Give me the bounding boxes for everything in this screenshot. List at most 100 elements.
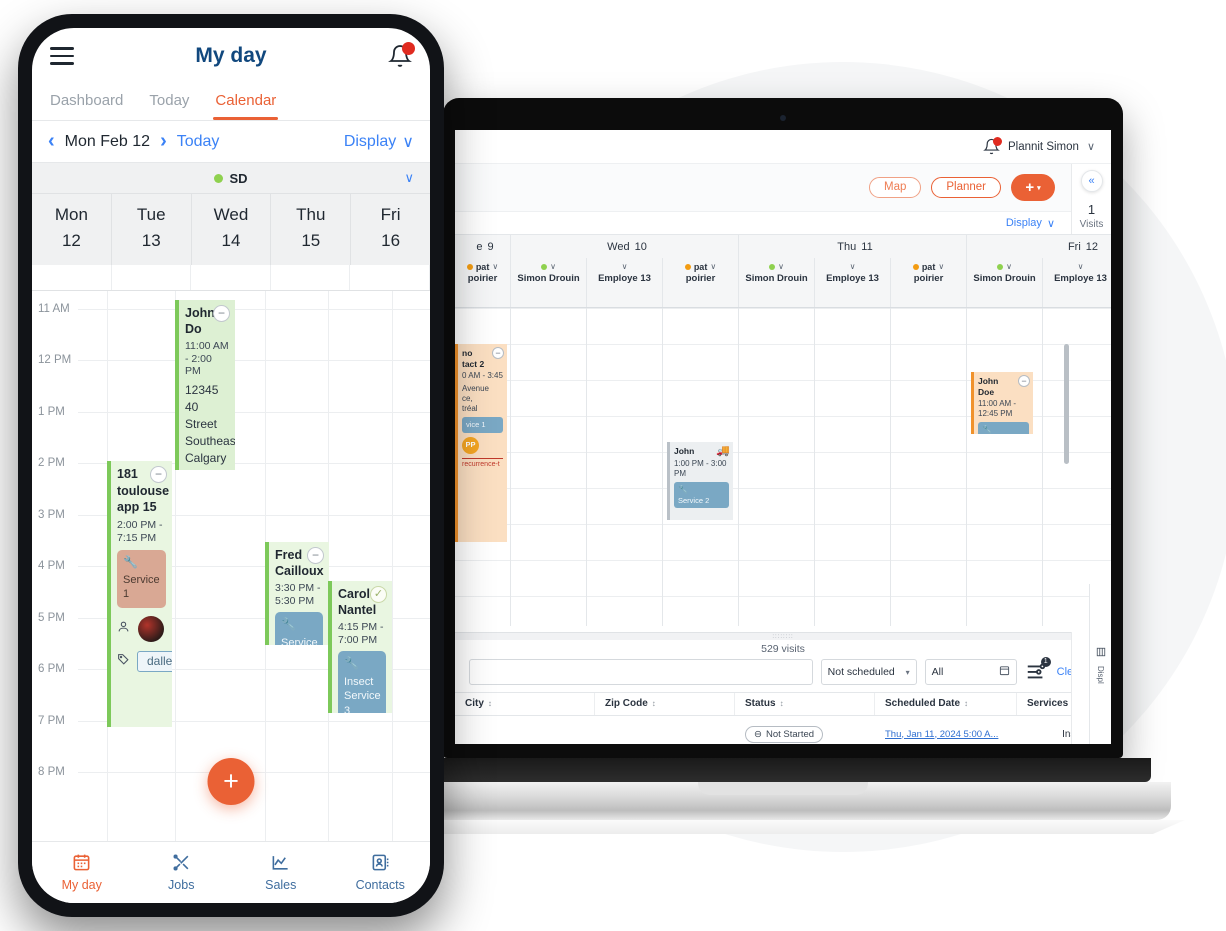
employee-column-header[interactable]: pat ∨ poirier (891, 258, 967, 307)
chevron-down-icon[interactable]: ∨ (1078, 262, 1084, 272)
prev-day-button[interactable]: ‹ (48, 130, 55, 153)
add-button[interactable]: + ▾ (1011, 174, 1055, 201)
day-header[interactable]: Fri 12 (967, 235, 1111, 258)
calendar-day-column[interactable] (739, 308, 815, 626)
map-button[interactable]: Map (868, 176, 922, 199)
bottom-nav-label: Jobs (168, 878, 195, 892)
chevron-down-icon[interactable]: ∨ (492, 262, 498, 272)
notification-bell-icon[interactable] (983, 137, 1002, 155)
calendar-day-column[interactable]: JohnDoe11:00 AM - 12:45 PM🔧Insect− (967, 308, 1043, 626)
chevron-down-icon[interactable]: ∨ (710, 262, 716, 272)
column-header-status[interactable]: Status ↕ (735, 693, 875, 715)
calendar-event[interactable]: John Do 11:00 AM - 2:00 PM 12345 40 Stre… (175, 299, 235, 470)
notification-bell-icon[interactable] (388, 42, 415, 68)
tab-today[interactable]: Today (149, 84, 189, 120)
calendar-vertical-scrollbar[interactable] (1064, 344, 1069, 464)
columns-icon (1096, 644, 1106, 662)
chevron-down-icon[interactable]: ∨ (1087, 140, 1095, 153)
day-column-header[interactable]: Fri 16 (351, 194, 430, 265)
scheduled-date-link[interactable]: Thu, Jan 11, 2024 5:00 A... (885, 729, 998, 740)
employee-column-header[interactable]: ∨ Employe 13 (1043, 258, 1111, 307)
bottom-nav-my-day[interactable]: My day (32, 853, 132, 892)
all-day-cell[interactable] (350, 264, 430, 290)
calendar-day-column[interactable] (815, 308, 891, 626)
chevron-down-icon[interactable]: ∨ (550, 262, 556, 272)
chevron-down-icon[interactable]: ∨ (1047, 217, 1055, 230)
employee-column-header[interactable]: pat ∨ poirier (663, 258, 739, 307)
calendar-day-column[interactable]: no tact 20 AM - 3:45 Avenue ce, tréal vice 1P… (455, 308, 511, 626)
user-name[interactable]: Plannit Simon (1008, 141, 1079, 153)
minus-circle-icon[interactable]: − (307, 546, 324, 564)
minus-circle-icon[interactable]: − (492, 347, 504, 359)
calendar-event[interactable]: no tact 20 AM - 3:45 Avenue ce, tréal vice 1P… (455, 344, 507, 542)
employee-column-header[interactable]: ∨ Simon Drouin (511, 258, 587, 307)
column-header-city[interactable]: City ↕ (455, 693, 595, 715)
day-column-header[interactable]: Wed 14 (192, 194, 272, 265)
all-day-cell[interactable] (32, 264, 112, 290)
table-row[interactable]: ⊖ Not Started Thu, Jan 11, 2024 5:00 A..… (455, 716, 1111, 744)
minus-circle-icon[interactable]: − (1018, 375, 1030, 387)
double-chevron-left-icon[interactable]: « (1080, 170, 1103, 192)
day-column-header[interactable]: Mon 12 (32, 194, 112, 265)
calendar-event[interactable]: Fred Cailloux 3:30 PM - 5:30 PM 🔧 Servic… (265, 541, 329, 645)
truck-icon[interactable]: 🚚 (716, 445, 730, 459)
employee-column-header[interactable]: ∨ Simon Drouin (967, 258, 1043, 307)
chevron-down-icon[interactable]: ∨ (778, 262, 784, 272)
day-column-header[interactable]: Thu 15 (271, 194, 352, 265)
tab-calendar[interactable]: Calendar (213, 84, 279, 120)
calendar-day-column[interactable] (511, 308, 587, 626)
tab-dashboard[interactable]: Dashboard (50, 84, 123, 120)
day-header[interactable]: Thu 11 (739, 235, 967, 258)
bottom-nav-sales[interactable]: Sales (231, 853, 331, 892)
all-day-cell[interactable] (271, 264, 351, 290)
calendar-day-column[interactable]: John 1:00 PM - 3:00 PM 🔧 Service 2 🚚 (663, 308, 739, 626)
calendar-event[interactable]: 181 toulouse app 15 2:00 PM - 7:15 PM 🔧 … (107, 460, 172, 727)
minus-circle-icon[interactable]: − (213, 304, 230, 322)
employee-column-header[interactable]: ∨ Employe 13 (815, 258, 891, 307)
chevron-down-icon[interactable]: ∨ (404, 170, 414, 186)
search-input[interactable] (469, 659, 813, 685)
chevron-down-icon[interactable]: ∨ (1006, 262, 1012, 272)
all-day-cell[interactable] (191, 264, 271, 290)
employee-column-header[interactable]: ∨ Simon Drouin (739, 258, 815, 307)
bottom-nav-contacts[interactable]: Contacts (331, 853, 431, 892)
cell-scheduled-date: Thu, Jan 11, 2024 5:00 A... (875, 729, 1017, 740)
next-day-button[interactable]: › (160, 130, 167, 153)
day-column-header[interactable]: Tue 13 (112, 194, 192, 265)
chevron-down-icon[interactable]: ∨ (938, 262, 944, 272)
hour-grid-line (78, 360, 430, 362)
column-header-zip[interactable]: Zip Code ↕ (595, 693, 735, 715)
hamburger-menu-icon[interactable] (50, 42, 74, 69)
calendar-event[interactable]: JohnDoe11:00 AM - 12:45 PM🔧Insect− (971, 372, 1033, 434)
calendar-event[interactable]: John 1:00 PM - 3:00 PM 🔧 Service 2 🚚 (667, 442, 733, 520)
calendar-nav-bar: ‹ Mon Feb 12 › Today Display ∨ (32, 121, 430, 162)
add-event-fab[interactable]: + (207, 758, 255, 805)
calendar-event[interactable]: Carole Nantel 4:15 PM - 7:00 PM 🔧 Insect… (328, 580, 392, 713)
planner-button[interactable]: Planner (931, 176, 1001, 199)
advanced-filter-button[interactable]: 1 (1025, 657, 1051, 684)
bottom-nav-label: My day (61, 878, 102, 892)
day-header[interactable]: e9 (455, 235, 511, 258)
chevron-down-icon[interactable]: ∨ (622, 262, 628, 272)
grid-line (739, 596, 814, 597)
display-link[interactable]: Display (1006, 217, 1042, 229)
calendar-day-column[interactable] (587, 308, 663, 626)
check-circle-icon[interactable]: ✓ (370, 585, 387, 603)
display-menu-button[interactable]: Display ∨ (344, 132, 414, 152)
today-button[interactable]: Today (177, 133, 220, 151)
panel-splitter[interactable]: :::::::: (455, 632, 1111, 640)
all-day-cell[interactable] (112, 264, 192, 290)
employee-filter-bar[interactable]: SD ∨ (32, 162, 430, 193)
minus-circle-icon[interactable]: − (150, 465, 167, 483)
calendar-day-column[interactable] (1043, 308, 1111, 626)
column-header-scheduled-date[interactable]: Scheduled Date ↕ (875, 693, 1017, 715)
chevron-down-icon[interactable]: ∨ (850, 262, 856, 272)
day-header[interactable]: Wed 10 (511, 235, 739, 258)
bottom-nav-jobs[interactable]: Jobs (132, 853, 232, 892)
date-filter-select[interactable]: All (924, 659, 1017, 685)
table-side-rail[interactable]: Displ (1089, 584, 1111, 744)
calendar-day-column[interactable] (891, 308, 967, 626)
employee-column-header[interactable]: pat ∨ poirier (455, 258, 511, 307)
employee-column-header[interactable]: ∨ Employe 13 (587, 258, 663, 307)
schedule-filter-select[interactable]: Not scheduled ▾ (820, 659, 917, 685)
